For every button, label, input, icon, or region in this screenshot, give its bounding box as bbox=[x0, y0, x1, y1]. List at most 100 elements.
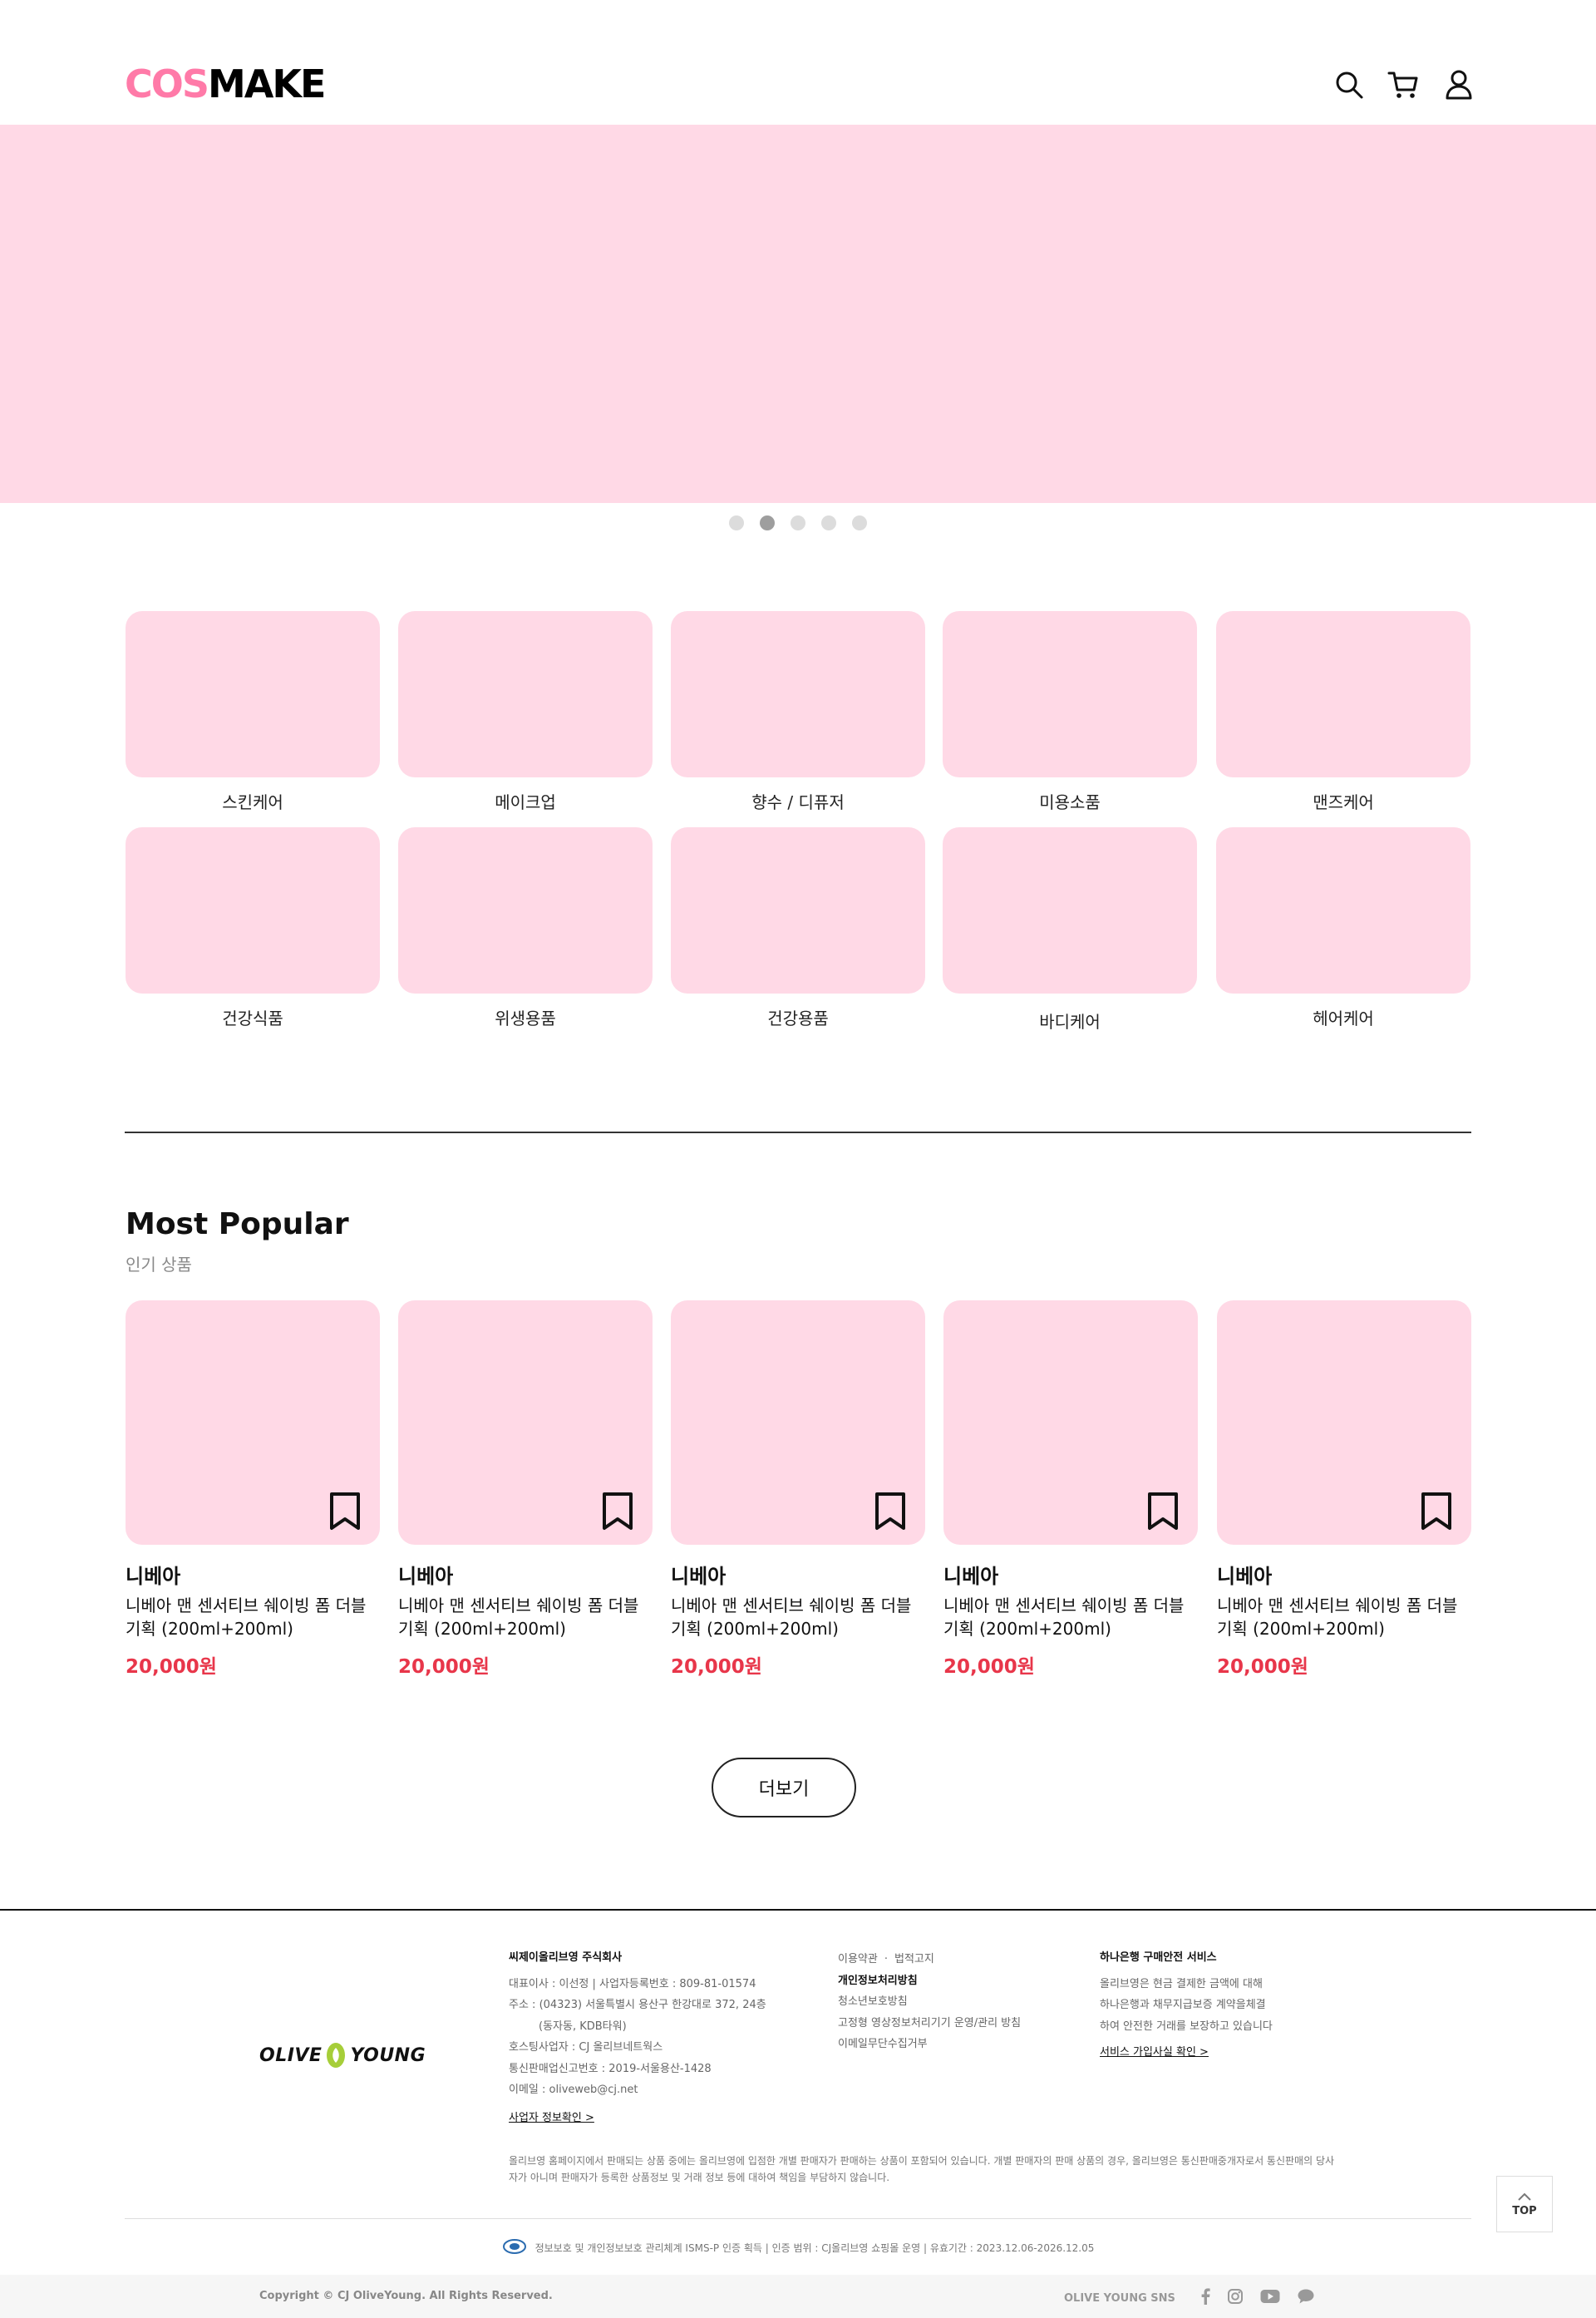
category-body-care[interactable]: 바디케어 bbox=[943, 827, 1197, 1033]
product-image bbox=[126, 1300, 380, 1545]
isms-text: 정보보호 및 개인정보보호 관리체계 ISMS-P 인증 획득 | 인증 범위 … bbox=[534, 2242, 1095, 2254]
product-card[interactable]: 니베아 니베아 맨 센서티브 쉐이빙 폼 더블 기획 (200ml+200ml)… bbox=[126, 1300, 380, 1679]
product-card[interactable]: 니베아 니베아 맨 센서티브 쉐이빙 폼 더블 기획 (200ml+200ml)… bbox=[1217, 1300, 1471, 1679]
hero-banner[interactable] bbox=[0, 125, 1596, 503]
product-image bbox=[398, 1300, 653, 1545]
service-check-link[interactable]: 서비스 가입사실 확인 > bbox=[1100, 2046, 1209, 2059]
company-line: 주소 : (04323) 서울특별시 용산구 한강대로 372, 24층 bbox=[509, 1999, 766, 2011]
category-image bbox=[1216, 611, 1470, 777]
site-logo[interactable]: COS MAKE bbox=[125, 62, 326, 106]
business-info-link[interactable]: 사업자 정보확인 > bbox=[509, 2112, 594, 2124]
product-brand: 니베아 bbox=[943, 1565, 999, 1588]
category-image bbox=[398, 827, 653, 994]
category-perfume[interactable]: 향수 / 디퓨저 bbox=[671, 611, 925, 813]
search-icon[interactable] bbox=[1332, 68, 1366, 101]
product-name[interactable]: 니베아 맨 센서티브 쉐이빙 폼 더블 기획 (200ml+200ml) bbox=[398, 1594, 653, 1640]
category-label: 위생용품 bbox=[495, 1009, 556, 1028]
user-icon[interactable] bbox=[1442, 68, 1475, 101]
company-title: 씨제이올리브영 주식회사 bbox=[509, 1951, 623, 1964]
more-button[interactable]: 더보기 bbox=[712, 1758, 856, 1817]
category-label: 건강용품 bbox=[767, 1009, 829, 1028]
company-info: 씨제이올리브영 주식회사 대표이사 : 이선정 | 사업자등록번호 : 809-… bbox=[509, 1947, 766, 2128]
scroll-top-button[interactable]: TOP bbox=[1496, 2176, 1553, 2232]
bookmark-icon[interactable] bbox=[1146, 1492, 1180, 1531]
disclaimer-text: 올리브영 홈페이지에서 판매되는 상품 중에는 올리브영에 입점한 개별 판매자… bbox=[509, 2155, 1335, 2183]
terms-link[interactable]: 이용약관 bbox=[838, 1953, 878, 1965]
banner-dot[interactable] bbox=[821, 515, 836, 530]
product-image bbox=[943, 1300, 1198, 1545]
product-brand: 니베아 bbox=[126, 1565, 181, 1588]
product-brand: 니베아 bbox=[398, 1565, 454, 1588]
product-price: 20,000원 bbox=[671, 1656, 762, 1678]
isms-badge-icon bbox=[502, 2238, 527, 2257]
category-label: 바디케어 bbox=[1039, 1012, 1101, 1032]
product-name[interactable]: 니베아 맨 센서티브 쉐이빙 폼 더블 기획 (200ml+200ml) bbox=[671, 1594, 925, 1640]
category-label: 향수 / 디퓨저 bbox=[751, 792, 845, 812]
category-health-goods[interactable]: 건강용품 bbox=[671, 827, 925, 1029]
bookmark-icon[interactable] bbox=[601, 1492, 634, 1531]
category-label: 헤어케어 bbox=[1313, 1009, 1374, 1028]
leaf-icon bbox=[327, 2043, 346, 2068]
product-card[interactable]: 니베아 니베아 맨 센서티브 쉐이빙 폼 더블 기획 (200ml+200ml)… bbox=[943, 1300, 1198, 1679]
footer-divider bbox=[0, 1909, 1596, 1911]
product-name[interactable]: 니베아 맨 센서티브 쉐이빙 폼 더블 기획 (200ml+200ml) bbox=[943, 1594, 1198, 1640]
company-line: 통신판매업신고번호 : 2019-서울용산-1428 bbox=[509, 2062, 712, 2075]
category-skincare[interactable]: 스킨케어 bbox=[126, 611, 380, 813]
category-image bbox=[943, 611, 1197, 777]
banner-dot-active[interactable] bbox=[760, 515, 775, 530]
banner-dot[interactable] bbox=[852, 515, 867, 530]
instagram-icon[interactable] bbox=[1227, 2288, 1244, 2308]
footer-divider-2 bbox=[125, 2218, 1471, 2219]
category-label: 미용소품 bbox=[1039, 792, 1101, 812]
logo-part1: COS bbox=[125, 62, 209, 106]
bookmark-icon[interactable] bbox=[1420, 1492, 1453, 1531]
category-hygiene[interactable]: 위생용품 bbox=[398, 827, 653, 1029]
logo-part2: MAKE bbox=[208, 62, 326, 106]
category-health-food[interactable]: 건강식품 bbox=[126, 827, 380, 1029]
cart-icon[interactable] bbox=[1387, 68, 1420, 101]
product-image bbox=[1217, 1300, 1471, 1545]
category-image bbox=[671, 827, 925, 994]
product-card[interactable]: 니베아 니베아 맨 센서티브 쉐이빙 폼 더블 기획 (200ml+200ml)… bbox=[671, 1300, 925, 1679]
banner-pagination bbox=[0, 515, 1596, 530]
banner-dot[interactable] bbox=[791, 515, 805, 530]
category-mens-care[interactable]: 맨즈케어 bbox=[1216, 611, 1470, 813]
product-name[interactable]: 니베아 맨 센서티브 쉐이빙 폼 더블 기획 (200ml+200ml) bbox=[1217, 1594, 1471, 1640]
company-line: 대표이사 : 이선정 | 사업자등록번호 : 809-81-01574 bbox=[509, 1977, 756, 1990]
category-beauty-tools[interactable]: 미용소품 bbox=[943, 611, 1197, 813]
category-hair-care[interactable]: 헤어케어 bbox=[1216, 827, 1470, 1029]
banner-dot[interactable] bbox=[729, 515, 744, 530]
youth-policy-link[interactable]: 청소년보호방침 bbox=[838, 1991, 1021, 2013]
category-label: 맨즈케어 bbox=[1313, 792, 1374, 812]
email-policy-link[interactable]: 이메일무단수집거부 bbox=[838, 2034, 1021, 2055]
bank-line: 하나은행과 채무지급보증 계약을체결 bbox=[1100, 1999, 1266, 2011]
section-title: Most Popular bbox=[126, 1207, 349, 1241]
separator: · bbox=[884, 1953, 888, 1965]
privacy-policy-link[interactable]: 개인정보처리방침 bbox=[838, 1970, 1021, 1992]
category-label: 스킨케어 bbox=[222, 792, 283, 812]
bookmark-icon[interactable] bbox=[874, 1492, 907, 1531]
footer-bottom-bar bbox=[0, 2275, 1596, 2318]
copyright: Copyright © CJ OliveYoung. All Rights Re… bbox=[259, 2290, 553, 2302]
company-line: 이메일 : oliveweb@cj.net bbox=[509, 2084, 638, 2096]
policy-links: 이용약관 · 법적고지 개인정보처리방침 청소년보호방침 고정형 영상정보처리기기 … bbox=[838, 1949, 1021, 2055]
category-image bbox=[126, 827, 380, 994]
facebook-icon[interactable] bbox=[1200, 2288, 1210, 2308]
chat-icon[interactable] bbox=[1297, 2288, 1315, 2308]
cctv-policy-link[interactable]: 고정형 영상정보처리기기 운영/관리 방침 bbox=[838, 2013, 1021, 2034]
olive-young-logo[interactable]: OLIVE YOUNG bbox=[259, 2043, 426, 2068]
legal-link[interactable]: 법적고지 bbox=[894, 1953, 934, 1965]
bookmark-icon[interactable] bbox=[328, 1492, 362, 1531]
category-image bbox=[671, 611, 925, 777]
logo-text-right: YOUNG bbox=[350, 2044, 426, 2066]
product-name[interactable]: 니베아 맨 센서티브 쉐이빙 폼 더블 기획 (200ml+200ml) bbox=[126, 1594, 380, 1640]
product-price: 20,000원 bbox=[398, 1656, 490, 1678]
product-card[interactable]: 니베아 니베아 맨 센서티브 쉐이빙 폼 더블 기획 (200ml+200ml)… bbox=[398, 1300, 653, 1679]
bank-title: 하나은행 구매안전 서비스 bbox=[1100, 1951, 1217, 1964]
youtube-icon[interactable] bbox=[1260, 2289, 1280, 2307]
company-line: 호스팅사업자 : CJ 올리브네트웍스 bbox=[509, 2041, 663, 2054]
category-label: 건강식품 bbox=[222, 1009, 283, 1028]
category-image bbox=[1216, 827, 1470, 994]
category-label: 메이크업 bbox=[495, 792, 556, 812]
category-makeup[interactable]: 메이크업 bbox=[398, 611, 653, 813]
